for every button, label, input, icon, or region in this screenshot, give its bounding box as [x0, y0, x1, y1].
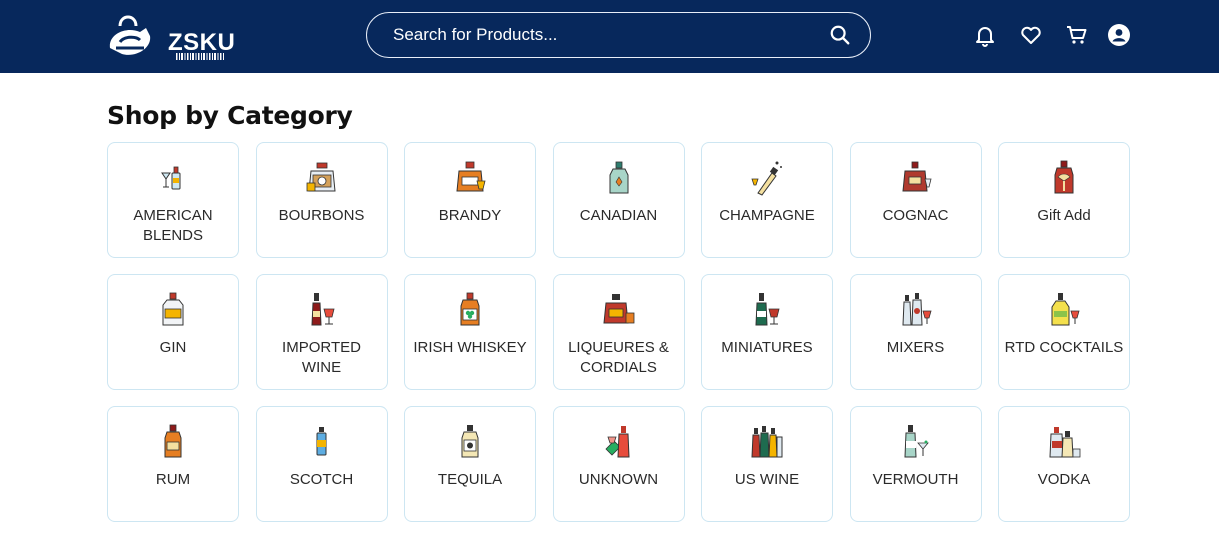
- category-label: GIN: [159, 339, 187, 356]
- category-card[interactable]: US WINE: [701, 406, 833, 522]
- category-label: BOURBONS: [278, 207, 365, 224]
- category-label: AMERICAN BLENDS: [133, 207, 213, 244]
- search-bar: [366, 12, 871, 58]
- category-card[interactable]: GIN: [107, 274, 239, 390]
- mixer-bottles-icon: [899, 291, 933, 329]
- category-card[interactable]: CHAMPAGNE: [701, 142, 833, 258]
- category-card[interactable]: SCOTCH: [255, 406, 388, 522]
- category-card[interactable]: MINIATURES: [701, 274, 833, 390]
- category-label: COGNAC: [882, 207, 949, 224]
- category-card[interactable]: TEQUILA: [404, 406, 536, 522]
- category-label: TEQUILA: [437, 471, 503, 488]
- category-label: MINIATURES: [721, 339, 813, 356]
- tequila-bottle-icon: [453, 423, 487, 461]
- mini-bottle-icon: [750, 291, 784, 329]
- category-card[interactable]: RUM: [107, 406, 239, 522]
- us-wine-bottles-icon: [750, 423, 784, 461]
- clover-bottle-icon: [453, 291, 487, 329]
- category-label: MIXERS: [886, 339, 945, 356]
- cognac-bottle-icon: [899, 159, 933, 197]
- section-title: Shop by Category: [107, 101, 353, 130]
- category-label: IRISH WHISKEY: [413, 339, 527, 356]
- category-card[interactable]: BOURBONS: [255, 142, 388, 258]
- wine-bottle-icon: [305, 291, 339, 329]
- brandy-bottle-icon: [453, 159, 487, 197]
- bourbon-bottle-icon: [305, 159, 339, 197]
- category-label: RUM: [155, 471, 191, 488]
- category-label: LIQUEURES & CORDIALS: [568, 339, 669, 376]
- scotch-bottle-icon: [305, 423, 339, 461]
- ezsku-logo[interactable]: ZSKU: [106, 8, 235, 64]
- category-label: IMPORTED WINE: [282, 339, 361, 376]
- vermouth-bottle-icon: [899, 423, 933, 461]
- category-label: Gift Add: [1037, 207, 1091, 224]
- category-card[interactable]: VERMOUTH: [849, 406, 982, 522]
- logo-text: ZSKU: [168, 29, 236, 56]
- category-card[interactable]: IRISH WHISKEY: [404, 274, 536, 390]
- maple-bottle-icon: [602, 159, 636, 197]
- category-card[interactable]: COGNAC: [849, 142, 982, 258]
- category-label: VERMOUTH: [872, 471, 959, 488]
- top-navbar: ZSKU: [0, 0, 1219, 73]
- cart-icon[interactable]: [1065, 23, 1089, 47]
- liqueur-bottle-icon: [602, 291, 636, 329]
- category-label: VODKA: [1037, 471, 1091, 488]
- unknown-bottle-icon: [602, 423, 636, 461]
- bell-icon[interactable]: [973, 23, 997, 47]
- vodka-bottles-icon: [1047, 423, 1081, 461]
- search-icon[interactable]: [829, 24, 851, 46]
- category-card[interactable]: Gift Add: [998, 142, 1130, 258]
- search-input[interactable]: [393, 13, 813, 56]
- rtd-bottle-icon: [1047, 291, 1081, 329]
- heart-icon[interactable]: [1019, 23, 1043, 47]
- user-icon[interactable]: [1107, 23, 1131, 47]
- category-label: SCOTCH: [289, 471, 354, 488]
- champagne-bottle-icon: [750, 159, 784, 197]
- category-card[interactable]: IMPORTED WINE: [255, 274, 388, 390]
- category-card[interactable]: AMERICAN BLENDS: [107, 142, 239, 258]
- category-card[interactable]: LIQUEURES & CORDIALS: [552, 274, 685, 390]
- category-label: US WINE: [734, 471, 800, 488]
- category-card[interactable]: CANADIAN: [552, 142, 685, 258]
- rum-bottle-icon: [156, 423, 190, 461]
- category-card[interactable]: MIXERS: [849, 274, 982, 390]
- category-label: CANADIAN: [579, 207, 658, 224]
- category-label: CHAMPAGNE: [719, 207, 815, 224]
- gift-bottle-icon: [1047, 159, 1081, 197]
- category-label: RTD COCKTAILS: [1004, 339, 1124, 356]
- category-card[interactable]: VODKA: [998, 406, 1130, 522]
- category-card[interactable]: RTD COCKTAILS: [998, 274, 1130, 390]
- category-card[interactable]: BRANDY: [404, 142, 536, 258]
- category-label: BRANDY: [438, 207, 502, 224]
- category-card[interactable]: UNKNOWN: [552, 406, 685, 522]
- cocktail-bottle-icon: [156, 159, 190, 197]
- gin-bottle-icon: [156, 291, 190, 329]
- category-label: UNKNOWN: [578, 471, 659, 488]
